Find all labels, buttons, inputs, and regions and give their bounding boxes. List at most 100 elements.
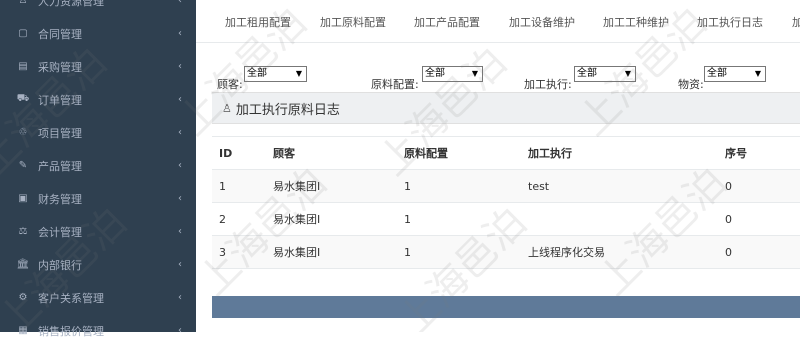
chevron-left-icon: ‹ [178,127,182,138]
tab-worktype-maintenance[interactable]: 加工工种维护 [603,14,669,30]
execution-select-value: 全部 [577,68,597,79]
tab-bar: 加工租用配置 加工原料配置 加工产品配置 加工设备维护 加工工种维护 加工执行日… [196,0,800,43]
sidebar-item-label: 产品管理 [38,159,82,173]
chevron-left-icon: ‹ [178,94,182,105]
chevron-left-icon: ‹ [178,28,182,39]
sidebar-item-label: 订单管理 [38,93,82,107]
tab-equipment-maintenance[interactable]: 加工设备维护 [509,14,575,30]
contract-icon: ▢ [18,28,28,39]
user-icon: ♙ [222,101,232,115]
sidebar-item-label: 合同管理 [38,27,82,41]
tab-execution-log[interactable]: 加工执行日志 [697,14,763,30]
sidebar-item-label: 人力资源管理 [38,0,104,8]
dropdown-arrow-icon: ▼ [754,69,761,78]
customer-select-value: 全部 [247,68,267,79]
column-header-execution[interactable]: 加工执行 [521,136,718,170]
panel-header: ♙ 加工执行原料日志 [212,92,800,124]
column-header-id[interactable]: ID [212,136,266,170]
sidebar-item-label: 财务管理 [38,192,82,206]
cell-seq: 0 [718,235,800,269]
gears-icon: ⚙ [18,292,28,303]
material-filter-label: 原料配置: [371,78,419,91]
cell-customer: 易水集团I [266,235,397,269]
chevron-left-icon: ‹ [178,61,182,72]
column-header-material[interactable]: 原料配置 [397,136,521,170]
sidebar-item-hr[interactable]: ♙ 人力资源管理 ‹ [0,0,196,17]
cell-id: 1 [212,169,266,203]
panel-title: 加工执行原料日志 [235,102,340,118]
cell-material: 1 [397,169,521,203]
sidebar-item-purchase[interactable]: ▤ 采购管理 ‹ [0,50,196,83]
table-row[interactable]: 1 易水集团I 1 test 0 [212,169,800,203]
execution-filter-label: 加工执行: [524,78,572,91]
customer-select[interactable]: 全部 ▼ [244,66,307,82]
tab-overflow[interactable]: 加 [792,14,800,30]
edit-icon: ✎ [18,160,28,171]
cell-material: 1 [397,202,521,236]
column-header-customer[interactable]: 顾客 [266,136,397,170]
cell-customer: 易水集团I [266,202,397,236]
chevron-left-icon: ‹ [178,160,182,171]
resource-select-value: 全部 [707,68,727,79]
chevron-left-icon: ‹ [178,292,182,303]
execution-select[interactable]: 全部 ▼ [574,66,636,82]
cell-customer: 易水集团I [266,169,397,203]
sidebar-item-contract[interactable]: ▢ 合同管理 ‹ [0,17,196,50]
sidebar-item-order[interactable]: ⛟ 订单管理 ‹ [0,83,196,116]
scale-icon: ⚖ [18,226,28,237]
sidebar-item-label: 采购管理 [38,60,82,74]
cell-material: 1 [397,235,521,269]
purchase-icon: ▤ [18,61,28,72]
resource-filter-label: 物资: [678,78,704,91]
sidebar-item-label: 销售报价管理 [38,324,104,338]
table-footer-bar [212,296,800,318]
dropdown-arrow-icon: ▼ [471,69,478,78]
sidebar-item-accounting[interactable]: ⚖ 会计管理 ‹ [0,215,196,248]
cell-execution [521,202,718,236]
sidebar: ♙ 人力资源管理 ‹ ▢ 合同管理 ‹ ▤ 采购管理 ‹ ⛟ 订单管理 ‹ ♲ … [0,0,196,338]
sidebar-item-label: 会计管理 [38,225,82,239]
quote-icon: ▦ [18,325,28,336]
cart-icon: ⛟ [16,93,30,104]
main-content: 加工租用配置 加工原料配置 加工产品配置 加工设备维护 加工工种维护 加工执行日… [196,0,800,332]
chevron-left-icon: ‹ [178,193,182,204]
cell-id: 3 [212,235,266,269]
cell-execution: 上线程序化交易 [521,235,718,269]
cell-seq: 0 [718,202,800,236]
chevron-left-icon: ‹ [178,259,182,270]
dropdown-arrow-icon: ▼ [624,69,631,78]
sidebar-item-quote[interactable]: ▦ 销售报价管理 ‹ [0,314,196,347]
sidebar-item-label: 项目管理 [38,126,82,140]
table-row[interactable]: 3 易水集团I 1 上线程序化交易 0 [212,235,800,269]
cell-execution: test [521,169,718,203]
cell-id: 2 [212,202,266,236]
filter-row: 顾客: 全部 ▼ 原料配置: 全部 ▼ 加工执行: 全部 ▼ 物资: 全部 ▼ [196,66,800,91]
tab-product-config[interactable]: 加工产品配置 [414,14,480,30]
tab-material-config[interactable]: 加工原料配置 [320,14,386,30]
sidebar-item-label: 客户关系管理 [38,291,104,305]
tab-rental-config[interactable]: 加工租用配置 [225,14,291,30]
material-select[interactable]: 全部 ▼ [422,66,483,82]
customer-filter-label: 顾客: [217,78,243,91]
sidebar-item-bank[interactable]: 🏛 内部银行 ‹ [0,248,196,281]
material-select-value: 全部 [425,68,445,79]
sidebar-item-product[interactable]: ✎ 产品管理 ‹ [0,149,196,182]
chevron-left-icon: ‹ [178,226,182,237]
column-header-seq[interactable]: 序号 [718,136,800,170]
data-table: ID 顾客 原料配置 加工执行 序号 1 易水集团I 1 test 0 2 易水… [212,136,800,269]
dropdown-arrow-icon: ▼ [295,69,302,78]
sidebar-item-project[interactable]: ♲ 项目管理 ‹ [0,116,196,149]
sidebar-item-label: 内部银行 [38,258,82,272]
cell-seq: 0 [718,169,800,203]
sidebar-item-crm[interactable]: ⚙ 客户关系管理 ‹ [0,281,196,314]
table-header-row: ID 顾客 原料配置 加工执行 序号 [212,136,800,170]
chevron-left-icon: ‹ [178,0,182,6]
finance-icon: ▣ [18,193,28,204]
sidebar-item-finance[interactable]: ▣ 财务管理 ‹ [0,182,196,215]
project-icon: ♲ [18,127,28,138]
people-icon: ♙ [18,0,28,6]
table-row[interactable]: 2 易水集团I 1 0 [212,202,800,236]
resource-select[interactable]: 全部 ▼ [704,66,766,82]
chevron-left-icon: ‹ [178,325,182,336]
bank-icon: 🏛 [16,259,30,270]
